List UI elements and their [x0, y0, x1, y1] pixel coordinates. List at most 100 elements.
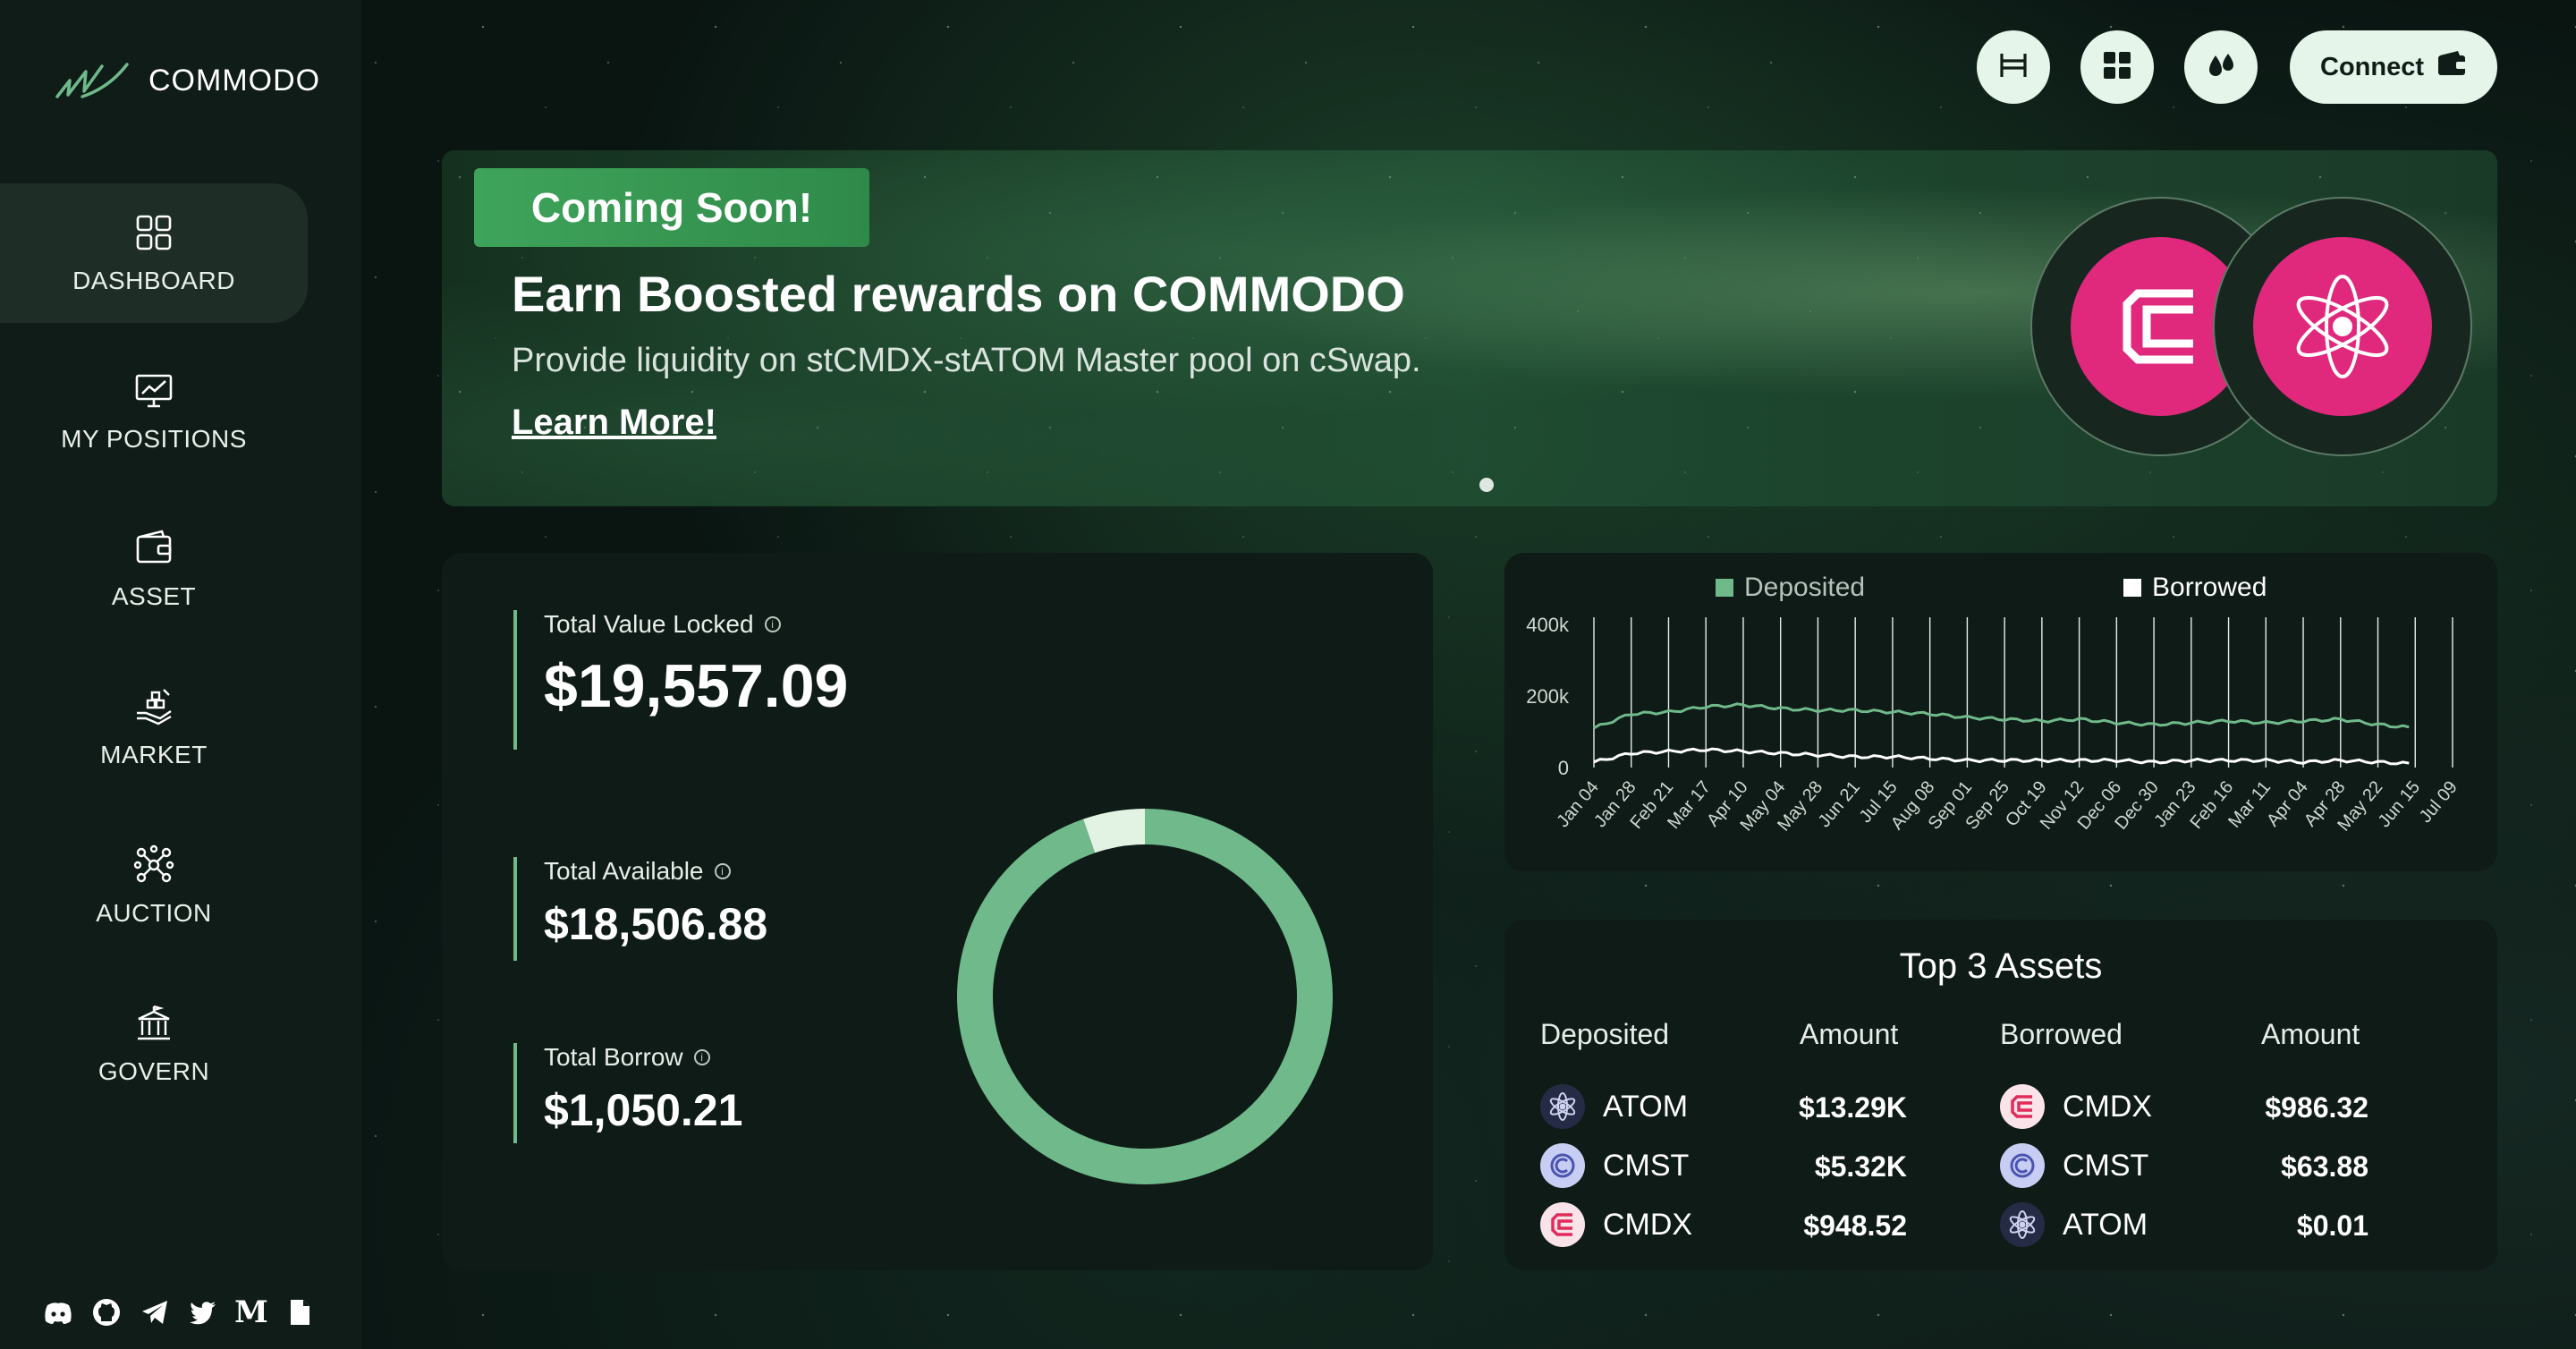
y-tick-label: 400k	[1526, 614, 1570, 636]
asset-amount: $5.32K	[1814, 1150, 1907, 1183]
asset-name: CMST	[1603, 1148, 1690, 1183]
borrowed-row[interactable]: CMDX	[2000, 1084, 2152, 1129]
atom-icon	[2296, 275, 2389, 378]
sidebar-item-label: AUCTION	[96, 898, 212, 927]
amount-header: Amount	[1800, 1018, 1899, 1050]
donut-slice-available[interactable]	[957, 809, 1333, 1184]
wallet-icon	[133, 528, 174, 573]
overview-card: Total Value Locked i $19,557.09 Total Av…	[442, 553, 1433, 1270]
sidebar-item-label: MARKET	[100, 740, 208, 768]
cmst-icon	[1540, 1143, 1585, 1188]
atom-icon	[2000, 1202, 2045, 1247]
connect-label: Connect	[2320, 52, 2424, 81]
sidebar-item-dashboard[interactable]: DASHBOARD	[0, 183, 308, 323]
sidebar: COMMODO DASHBOARD MY POSITIONS ASSET MAR…	[0, 0, 361, 1349]
available-value: $18,506.88	[544, 899, 768, 949]
bridge-icon	[1996, 48, 2030, 87]
borrow-stat: Total Borrow i $1,050.21	[513, 1043, 742, 1143]
bridge-button[interactable]	[1977, 30, 2050, 104]
chart-monitor-icon	[133, 370, 174, 416]
liquidity-button[interactable]	[2184, 30, 2258, 104]
atom-token-logo	[2213, 197, 2472, 456]
deposited-line[interactable]	[1593, 702, 2410, 730]
borrowed-header: Borrowed	[2000, 1018, 2123, 1050]
tvl-label: Total Value Locked	[544, 610, 754, 638]
tvl-value: $19,557.09	[544, 652, 849, 720]
x-tick-label: Jul 09	[2416, 777, 2462, 827]
sidebar-item-label: MY POSITIONS	[61, 424, 247, 453]
info-icon[interactable]: i	[764, 616, 781, 632]
borrow-value: $1,050.21	[544, 1085, 743, 1135]
asset-name: ATOM	[1603, 1089, 1689, 1124]
coming-soon-badge: Coming Soon!	[474, 168, 869, 247]
brand-name: COMMODO	[148, 63, 321, 98]
learn-more-link[interactable]: Learn More!	[512, 403, 716, 443]
available-label: Total Available	[544, 857, 704, 885]
line-chart: 400k200k0Jan 04Jan 28Feb 21Mar 17Apr 10M…	[1526, 614, 2462, 835]
discord-icon[interactable]	[41, 1295, 75, 1329]
deposited-row[interactable]: ATOM	[1540, 1084, 1688, 1129]
network-icon	[133, 844, 174, 890]
sidebar-item-market[interactable]: MARKET	[0, 658, 308, 797]
telegram-icon[interactable]	[138, 1295, 172, 1329]
y-tick-label: 0	[1558, 757, 1569, 779]
borrow-label: Total Borrow	[544, 1043, 683, 1071]
apps-grid-icon	[2100, 48, 2134, 87]
asset-amount: $13.29K	[1799, 1091, 1907, 1124]
sidebar-item-govern[interactable]: GOVERN	[0, 974, 308, 1114]
market-icon	[133, 686, 174, 732]
deposited-header: Deposited	[1540, 1018, 1670, 1050]
apps-button[interactable]	[2080, 30, 2154, 104]
tvl-stat: Total Value Locked i $19,557.09	[513, 610, 848, 750]
cmdx-icon	[2123, 289, 2193, 364]
banner-subtitle: Provide liquidity on stCMDX-stATOM Maste…	[512, 342, 1421, 379]
asset-name: CMDX	[1603, 1207, 1693, 1242]
twitter-icon[interactable]	[186, 1295, 220, 1329]
tvl-donut-chart	[957, 809, 1333, 1184]
asset-amount: $0.01	[2296, 1209, 2368, 1242]
borrowed-line[interactable]	[1593, 747, 2410, 766]
asset-amount: $986.32	[2265, 1091, 2368, 1124]
asset-amount: $948.52	[1803, 1209, 1907, 1242]
cmst-icon	[2000, 1143, 2045, 1188]
medium-icon[interactable]: M	[234, 1294, 268, 1330]
sidebar-item-label: ASSET	[111, 581, 197, 610]
available-stat: Total Available i $18,506.88	[513, 857, 767, 961]
cmdx-icon	[2000, 1084, 2045, 1129]
y-tick-label: 200k	[1526, 685, 1570, 708]
borrowed-row[interactable]: ATOM	[2000, 1202, 2148, 1247]
x-tick-label: Jun 21	[1815, 777, 1864, 831]
deposited-row[interactable]: CMST	[1540, 1143, 1689, 1188]
cmdx-icon	[1540, 1202, 1585, 1247]
sidebar-item-label: DASHBOARD	[72, 266, 235, 294]
sidebar-item-my-positions[interactable]: MY POSITIONS	[0, 342, 308, 481]
info-icon[interactable]: i	[714, 863, 731, 879]
x-tick-label: Jun 15	[2375, 777, 2424, 831]
social-links: M	[41, 1294, 317, 1330]
banner-title: Earn Boosted rewards on COMMODO	[512, 266, 1405, 322]
top-assets-title: Top 3 Assets	[1899, 946, 2103, 986]
drops-icon	[2204, 48, 2238, 87]
borrowed-row[interactable]: CMST	[2000, 1143, 2148, 1188]
connect-wallet-button[interactable]: Connect	[2290, 30, 2497, 104]
info-icon[interactable]: i	[693, 1049, 710, 1065]
sidebar-item-label: GOVERN	[97, 1056, 210, 1085]
logo[interactable]: COMMODO	[55, 61, 320, 100]
deposited-row[interactable]: CMDX	[1540, 1202, 1692, 1247]
institution-icon	[133, 1003, 174, 1048]
x-tick-label: Mar 11	[2224, 777, 2275, 832]
amount-header: Amount	[2261, 1018, 2360, 1050]
commodo-logo-icon	[55, 63, 129, 98]
sidebar-item-asset[interactable]: ASSET	[0, 499, 308, 639]
github-icon[interactable]	[89, 1295, 123, 1329]
deposit-borrow-chart-card: Deposited Borrowed 400k 200k 0 Jan 04 Jan 28…	[1504, 553, 2497, 871]
sidebar-item-auction[interactable]: AUCTION	[0, 816, 308, 955]
dashboard-icon	[133, 212, 174, 258]
wallet-icon	[2436, 50, 2467, 84]
asset-name: CMDX	[2063, 1089, 2153, 1124]
carousel-dot[interactable]	[1479, 478, 1494, 492]
document-icon[interactable]	[283, 1295, 317, 1329]
asset-name: ATOM	[2063, 1207, 2148, 1242]
atom-icon	[1540, 1084, 1585, 1129]
top-assets-card: Top 3 Assets Deposited Amount Borrowed A…	[1504, 920, 2497, 1270]
